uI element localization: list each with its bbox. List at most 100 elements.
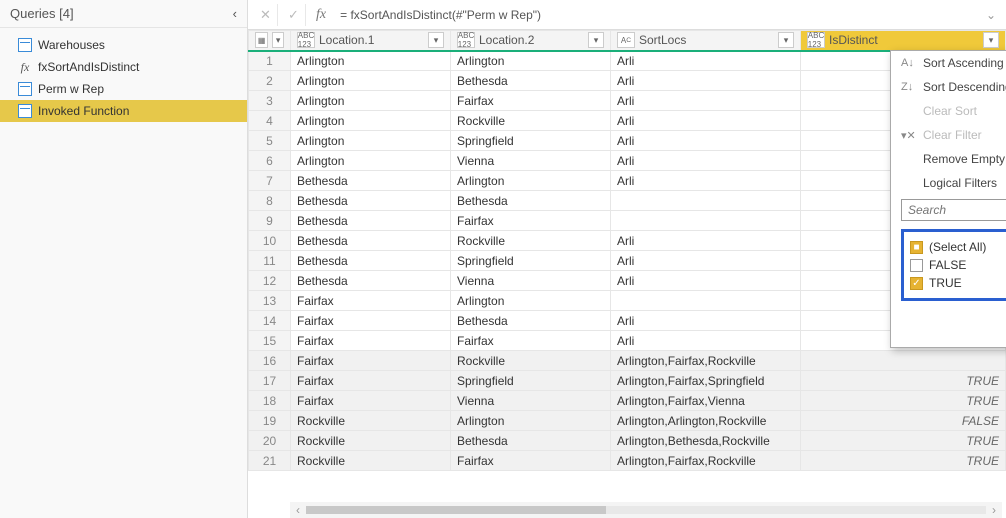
cell-isdistinct: TRUE: [801, 391, 1006, 411]
filter-search-input[interactable]: [901, 199, 1006, 221]
formula-input[interactable]: [336, 6, 978, 24]
column-header-location1[interactable]: ABC123Location.1▾: [291, 31, 451, 51]
fx-icon: fx: [18, 60, 32, 74]
table-icon: [18, 82, 32, 96]
type-abc-icon: ABC123: [457, 32, 475, 48]
row-number: 1: [249, 51, 291, 71]
cell-location1: Fairfax: [291, 331, 451, 351]
cell-location2: Arlington: [451, 411, 611, 431]
formula-expand-icon[interactable]: ⌄: [982, 8, 1000, 22]
menu-logical-filters[interactable]: Logical Filters▸: [891, 171, 1006, 195]
fx-icon: fx: [310, 7, 332, 23]
cell-sortlocs: Arli: [611, 331, 801, 351]
cell-location2: Bethesda: [451, 191, 611, 211]
cell-location1: Bethesda: [291, 271, 451, 291]
cell-sortlocs: Arli: [611, 71, 801, 91]
horizontal-scrollbar[interactable]: ‹›: [290, 502, 1002, 518]
queries-pane: Queries [4] ‹ WarehousesfxfxSortAndIsDis…: [0, 0, 248, 518]
checkbox-indeterminate-icon: ■: [910, 241, 923, 254]
cell-location1: Rockville: [291, 431, 451, 451]
sort-desc-icon: Z↓: [901, 81, 915, 93]
cell-location1: Bethesda: [291, 251, 451, 271]
cell-location2: Bethesda: [451, 431, 611, 451]
filter-option-select-all[interactable]: ■(Select All): [910, 238, 1006, 256]
cell-location2: Fairfax: [451, 331, 611, 351]
type-text-icon: AC: [617, 32, 635, 48]
cell-sortlocs: Arli: [611, 51, 801, 71]
cell-location2: Rockville: [451, 351, 611, 371]
table-row[interactable]: 19RockvilleArlingtonArlington,Arlington,…: [249, 411, 1006, 431]
cell-sortlocs: Arli: [611, 91, 801, 111]
filter-option-false[interactable]: FALSE: [910, 256, 1006, 274]
cell-location2: Fairfax: [451, 211, 611, 231]
row-number: 17: [249, 371, 291, 391]
cell-sortlocs: Arlington,Arlington,Rockville: [611, 411, 801, 431]
cell-location2: Vienna: [451, 391, 611, 411]
query-label: Perm w Rep: [38, 82, 104, 96]
cell-sortlocs: Arli: [611, 111, 801, 131]
cell-sortlocs: Arlington,Fairfax,Rockville: [611, 351, 801, 371]
cell-location1: Arlington: [291, 91, 451, 111]
row-number: 18: [249, 391, 291, 411]
row-number: 12: [249, 271, 291, 291]
row-number: 2: [249, 71, 291, 91]
type-abc-icon: ABC123: [807, 32, 825, 48]
filter-dd-icon[interactable]: ▾: [983, 32, 999, 48]
cell-location2: Vienna: [451, 271, 611, 291]
table-icon: ▦: [255, 32, 268, 48]
sort-asc-icon: A↓: [901, 57, 915, 69]
checkbox-checked-icon: ✓: [910, 277, 923, 290]
filter-values-box: ■(Select All) FALSE ✓TRUE: [901, 229, 1006, 301]
cell-location2: Arlington: [451, 51, 611, 71]
collapse-sidebar-icon[interactable]: ‹: [233, 6, 237, 21]
formula-bar: ✕ ✓ fx ⌄: [248, 0, 1006, 30]
query-item[interactable]: Invoked Function: [0, 100, 247, 122]
query-item[interactable]: Perm w Rep: [0, 78, 247, 100]
cell-isdistinct: TRUE: [801, 431, 1006, 451]
cell-location1: Fairfax: [291, 291, 451, 311]
row-number: 10: [249, 231, 291, 251]
cell-sortlocs: Arlington,Fairfax,Vienna: [611, 391, 801, 411]
menu-remove-empty[interactable]: Remove Empty: [891, 147, 1006, 171]
row-number: 8: [249, 191, 291, 211]
filter-option-true[interactable]: ✓TRUE: [910, 274, 1006, 292]
cell-sortlocs: Arlington,Fairfax,Springfield: [611, 371, 801, 391]
formula-accept-icon[interactable]: ✓: [282, 4, 306, 26]
cell-location1: Fairfax: [291, 311, 451, 331]
filter-dd-icon[interactable]: ▾: [428, 32, 444, 48]
table-row[interactable]: 21RockvilleFairfaxArlington,Fairfax,Rock…: [249, 451, 1006, 471]
menu-sort-ascending[interactable]: A↓Sort Ascending: [891, 51, 1006, 75]
filter-dd-icon[interactable]: ▾: [588, 32, 604, 48]
query-item[interactable]: fxfxSortAndIsDistinct: [0, 56, 247, 78]
filter-dd-icon[interactable]: ▾: [778, 32, 794, 48]
checkbox-empty-icon: [910, 259, 923, 272]
formula-cancel-icon[interactable]: ✕: [254, 4, 278, 26]
table-corner[interactable]: ▦▾: [249, 31, 291, 51]
row-number: 13: [249, 291, 291, 311]
cell-location1: Arlington: [291, 151, 451, 171]
cell-isdistinct: FALSE: [801, 411, 1006, 431]
table-menu-icon[interactable]: ▾: [272, 32, 284, 48]
menu-sort-descending[interactable]: Z↓Sort Descending: [891, 75, 1006, 99]
query-item[interactable]: Warehouses: [0, 34, 247, 56]
column-header-location2[interactable]: ABC123Location.2▾: [451, 31, 611, 51]
row-number: 15: [249, 331, 291, 351]
cell-location1: Bethesda: [291, 191, 451, 211]
cell-sortlocs: Arli: [611, 151, 801, 171]
column-header-isdistinct[interactable]: ABC123IsDistinct▾: [801, 31, 1006, 51]
cell-location1: Rockville: [291, 411, 451, 431]
column-header-sortlocs[interactable]: ACSortLocs▾: [611, 31, 801, 51]
cell-location1: Bethesda: [291, 231, 451, 251]
table-row[interactable]: 17FairfaxSpringfieldArlington,Fairfax,Sp…: [249, 371, 1006, 391]
cell-location2: Vienna: [451, 151, 611, 171]
query-label: Warehouses: [38, 38, 105, 52]
clear-filter-icon: ▾✕: [901, 129, 915, 142]
cell-location2: Arlington: [451, 171, 611, 191]
cell-location2: Fairfax: [451, 451, 611, 471]
cell-isdistinct: TRUE: [801, 371, 1006, 391]
table-row[interactable]: 16FairfaxRockvilleArlington,Fairfax,Rock…: [249, 351, 1006, 371]
cell-location2: Fairfax: [451, 91, 611, 111]
table-row[interactable]: 20RockvilleBethesdaArlington,Bethesda,Ro…: [249, 431, 1006, 451]
query-label: Invoked Function: [38, 104, 129, 118]
table-row[interactable]: 18FairfaxViennaArlington,Fairfax,ViennaT…: [249, 391, 1006, 411]
